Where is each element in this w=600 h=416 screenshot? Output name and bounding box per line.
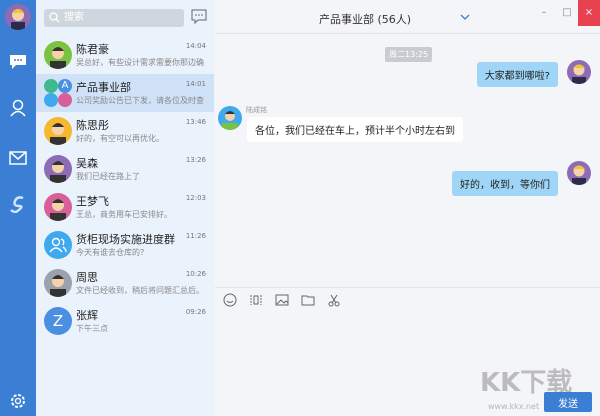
minimize-button[interactable]: – <box>533 0 555 26</box>
conversation-time: 13:26 <box>185 156 206 164</box>
emoji-icon[interactable] <box>223 293 237 307</box>
search-placeholder: 搜索 <box>64 12 84 23</box>
send-button[interactable]: 发送 <box>544 392 592 412</box>
conversation-name: 货柜现场实施进度群 <box>76 233 175 246</box>
avatar <box>44 193 72 221</box>
scissors-icon[interactable] <box>327 293 341 307</box>
conversation-item[interactable]: 货柜现场实施进度群 今天有谁去仓库的? 11:26 <box>36 226 214 264</box>
chevron-down-icon[interactable] <box>460 14 470 21</box>
conversation-preview: 好的，有空可以再优化。 <box>76 134 164 143</box>
avatar <box>44 269 72 297</box>
conversation-preview: 下午三点 <box>76 324 108 333</box>
chat-header: 产品事业部 (56人) – □ × <box>215 0 600 34</box>
conversation-preview: 文件已经收到，稍后将问题汇总后。 <box>76 286 204 295</box>
conversation-time: 14:01 <box>185 80 206 88</box>
close-button[interactable]: × <box>578 0 600 26</box>
conversation-item[interactable]: 吴森 我们已经在路上了 13:26 <box>36 150 214 188</box>
chat-panel: 产品事业部 (56人) – □ × 周二13:25 大家都到哪啦? 陆成铭 各位… <box>215 0 600 416</box>
conversation-time: 12:03 <box>185 194 206 202</box>
input-toolbar <box>223 293 341 307</box>
audio-icon[interactable] <box>249 293 263 307</box>
search-input[interactable]: 搜索 <box>44 9 184 27</box>
message-bubble: 各位，我们已经在车上，预计半个小时左右到 <box>247 117 463 142</box>
conversation-time: 11:26 <box>185 232 206 240</box>
conversation-item[interactable]: 周思 文件已经收到，稍后将问题汇总后。 10:26 <box>36 264 214 302</box>
conversation-preview: 我们已经在路上了 <box>76 172 140 181</box>
contacts-icon[interactable] <box>8 98 28 118</box>
message-bubble: 好的，收到，等你们 <box>452 171 558 196</box>
nav-sidebar <box>0 0 36 416</box>
conversation-name: 王梦飞 <box>76 195 109 208</box>
mail-icon[interactable] <box>8 148 28 168</box>
new-chat-icon[interactable] <box>191 9 207 27</box>
avatar <box>44 155 72 183</box>
my-avatar <box>567 60 591 84</box>
conversation-time: 10:26 <box>185 270 206 278</box>
conversation-name: 陈君豪 <box>76 43 109 56</box>
maximize-button[interactable]: □ <box>556 0 578 26</box>
avatar <box>44 117 72 145</box>
input-divider <box>215 287 600 288</box>
conversation-time: 14:04 <box>185 42 206 50</box>
conversation-item[interactable]: 王梦飞 王总，商务用车已安排好。 12:03 <box>36 188 214 226</box>
conversation-item[interactable]: A 产品事业部 公司奖励公告已下发，请各位及时查 14:01 <box>36 74 214 112</box>
link-icon[interactable] <box>8 194 28 214</box>
conversation-preview: 今天有谁去仓库的? <box>76 248 145 257</box>
message-bubble: 大家都到哪啦? <box>476 62 558 87</box>
group-avatar: A <box>44 79 72 107</box>
chat-title: 产品事业部 (56人) <box>318 13 412 26</box>
chat-icon[interactable] <box>8 52 28 72</box>
conversation-name: 吴森 <box>76 157 98 170</box>
folder-icon[interactable] <box>301 293 315 307</box>
conversation-preview: 吴总好，有些设计需求需要你那边确 <box>76 58 204 67</box>
sender-avatar <box>218 106 242 130</box>
conversation-item[interactable]: Z 张辉 下午三点 09:26 <box>36 302 214 340</box>
conversation-name: 张辉 <box>76 309 98 322</box>
time-divider: 周二13:25 <box>385 47 433 62</box>
conversation-item[interactable]: 陈思彤 好的，有空可以再优化。 13:46 <box>36 112 214 150</box>
conversation-time: 09:26 <box>185 308 206 316</box>
avatar: Z <box>44 307 72 335</box>
conversation-name: 周思 <box>76 271 98 284</box>
my-avatar <box>567 161 591 185</box>
conversation-preview: 王总，商务用车已安排好。 <box>76 210 172 219</box>
avatar <box>44 41 72 69</box>
user-avatar[interactable] <box>5 4 31 30</box>
sender-name: 陆成铭 <box>246 106 267 114</box>
settings-icon[interactable] <box>8 391 28 411</box>
conversation-time: 13:46 <box>185 118 206 126</box>
conversation-item[interactable]: 陈君豪 吴总好，有些设计需求需要你那边确 14:04 <box>36 36 214 74</box>
group-icon-avatar <box>44 231 72 259</box>
conversation-preview: 公司奖励公告已下发，请各位及时查 <box>76 96 204 105</box>
conversation-name: 产品事业部 <box>76 81 131 94</box>
conversation-list: 搜索 陈君豪 吴总好，有些设计需求需要你那边确 14:04 A 产品事业部 公司… <box>36 0 214 416</box>
conversation-name: 陈思彤 <box>76 119 109 132</box>
watermark-url: www.kkx.net <box>488 402 540 411</box>
search-icon <box>49 12 60 23</box>
image-icon[interactable] <box>275 293 289 307</box>
